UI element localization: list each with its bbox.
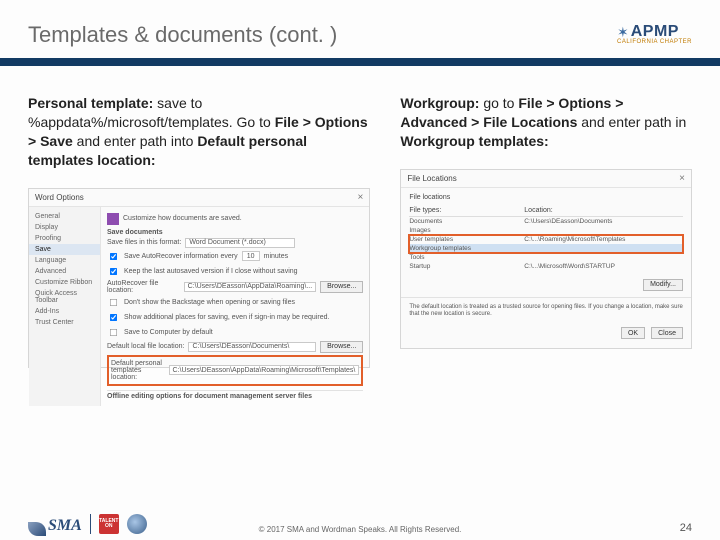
- apmp-subtitle: CALIFORNIA CHAPTER: [617, 39, 692, 45]
- autorecover-checkbox[interactable]: [110, 252, 117, 259]
- save-documents-heading: Save documents: [107, 229, 163, 236]
- save-icon: [107, 213, 119, 225]
- keep-last-checkbox[interactable]: [110, 267, 117, 274]
- savecomp-checkbox[interactable]: [110, 328, 117, 335]
- addplaces-checkbox[interactable]: [110, 313, 117, 320]
- noshow-checkbox[interactable]: [110, 298, 117, 305]
- arloc-input[interactable]: C:\Users\DEasson\AppData\Roaming\...: [184, 282, 317, 292]
- close-icon[interactable]: ×: [358, 192, 364, 203]
- workgroup-desc: Workgroup: go to File > Options > Advanc…: [400, 94, 692, 151]
- format-label: Save files in this format:: [107, 239, 181, 246]
- page-title: Templates & documents (cont. ): [28, 22, 337, 48]
- nav-qat[interactable]: Quick Access Toolbar: [29, 288, 100, 306]
- word-options-dialog: Word Options × General Display Proofing …: [28, 188, 370, 368]
- nav-display[interactable]: Display: [29, 222, 100, 233]
- ok-button[interactable]: OK: [621, 327, 645, 339]
- row-tools[interactable]: Tools: [409, 253, 683, 262]
- row-images[interactable]: Images: [409, 226, 683, 235]
- row-usertemplates[interactable]: User templatesC:\...\Roaming\Microsoft\T…: [409, 235, 683, 244]
- addplaces-label: Show additional places for saving, even …: [124, 314, 329, 321]
- workgroup-highlight: User templatesC:\...\Roaming\Microsoft\T…: [409, 235, 683, 253]
- options-nav: General Display Proofing Save Language A…: [29, 207, 101, 406]
- defloc-input[interactable]: C:\Users\DEasson\Documents\: [188, 342, 316, 352]
- close-icon[interactable]: ×: [679, 173, 685, 184]
- defpers-input[interactable]: C:\Users\DEasson\AppData\Roaming\Microso…: [169, 365, 360, 375]
- nav-trust[interactable]: Trust Center: [29, 317, 100, 328]
- offline-heading: Offline editing options for document man…: [107, 393, 312, 400]
- save-section-caption: Customize how documents are saved.: [123, 215, 242, 222]
- row-workgroup[interactable]: Workgroup templates: [409, 244, 683, 253]
- defpers-label: Default personal templates location:: [111, 360, 165, 381]
- header-rule: [0, 58, 720, 66]
- fl-note: The default location is treated as a tru…: [409, 304, 683, 320]
- keep-last-label: Keep the last autosaved version if I clo…: [124, 268, 298, 275]
- dialog-title: Word Options: [35, 193, 84, 202]
- col-filetypes: File types:: [409, 207, 524, 214]
- close-button[interactable]: Close: [651, 327, 683, 339]
- dialog-title: File Locations: [407, 174, 456, 183]
- arloc-label: AutoRecover file location:: [107, 280, 180, 294]
- default-personal-templates-highlight: Default personal templates location: C:\…: [107, 355, 363, 386]
- apmp-logo: ✶ APMP CALIFORNIA CHAPTER: [617, 24, 692, 47]
- autorecover-label: Save AutoRecover information every: [124, 253, 238, 260]
- nav-ribbon[interactable]: Customize Ribbon: [29, 277, 100, 288]
- nav-general[interactable]: General: [29, 211, 100, 222]
- col-location: Location:: [524, 207, 683, 214]
- noshow-label: Don't show the Backstage when opening or…: [124, 299, 295, 306]
- browse-button-2[interactable]: Browse...: [320, 341, 363, 353]
- row-startup[interactable]: StartupC:\...\Microsoft\Word\STARTUP: [409, 262, 683, 271]
- fl-section: File locations: [409, 194, 683, 201]
- format-select[interactable]: Word Document (*.docx): [185, 238, 295, 248]
- browse-button-1[interactable]: Browse...: [320, 281, 363, 293]
- nav-language[interactable]: Language: [29, 255, 100, 266]
- personal-template-desc: Personal template: save to %appdata%/mic…: [28, 94, 370, 170]
- nav-save[interactable]: Save: [29, 244, 100, 255]
- savecomp-label: Save to Computer by default: [124, 329, 213, 336]
- nav-advanced[interactable]: Advanced: [29, 266, 100, 277]
- autorecover-unit: minutes: [264, 253, 289, 260]
- row-documents[interactable]: DocumentsC:\Users\DEasson\Documents: [409, 217, 683, 226]
- modify-button[interactable]: Modify...: [643, 279, 683, 291]
- copyright: © 2017 SMA and Wordman Speaks. All Right…: [0, 525, 720, 534]
- nav-addins[interactable]: Add-Ins: [29, 306, 100, 317]
- defloc-label: Default local file location:: [107, 343, 184, 350]
- autorecover-minutes[interactable]: 10: [242, 251, 260, 261]
- file-locations-dialog: File Locations × File locations File typ…: [400, 169, 692, 349]
- nav-proofing[interactable]: Proofing: [29, 233, 100, 244]
